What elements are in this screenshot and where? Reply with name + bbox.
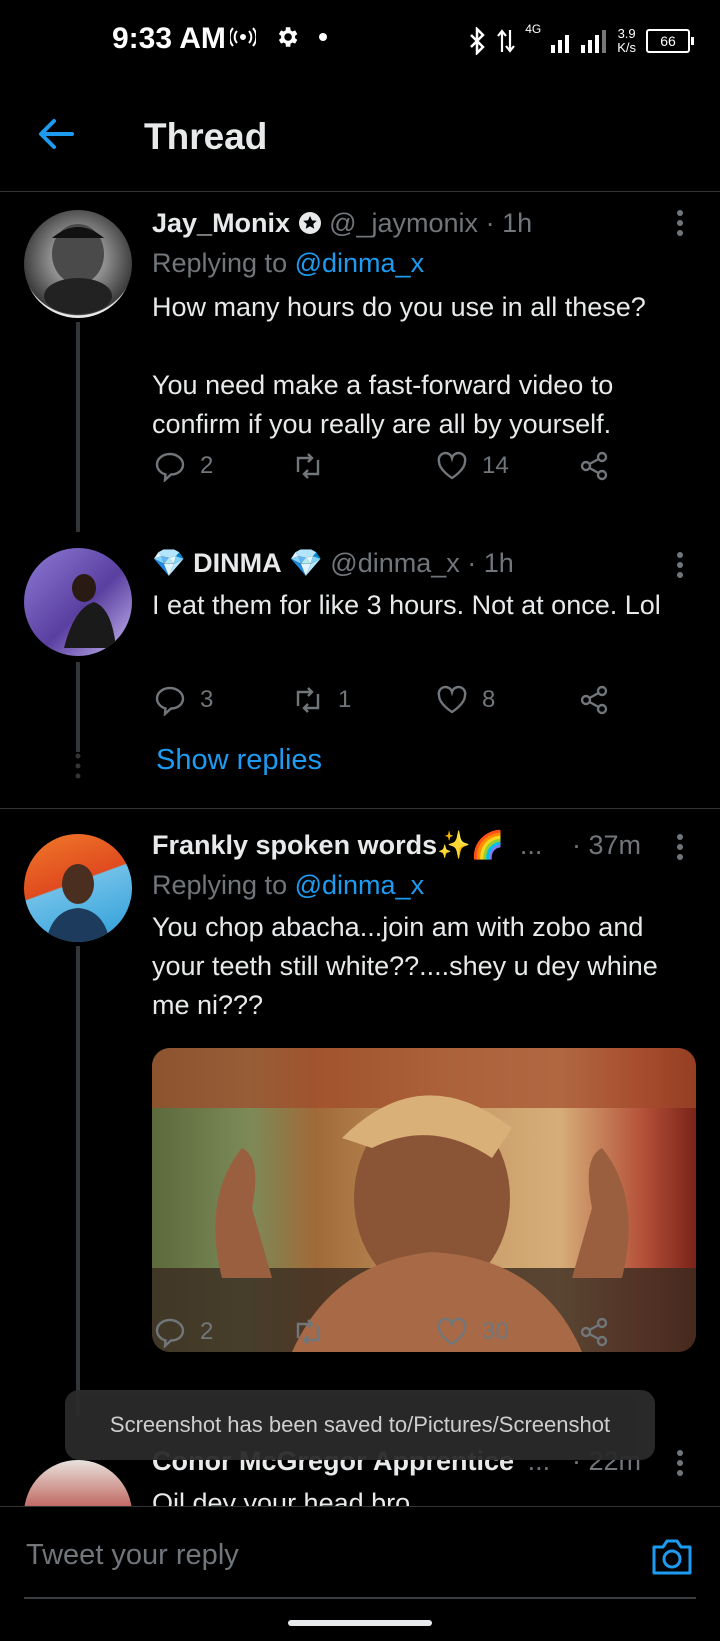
reply-button[interactable]: 2 [154, 448, 213, 484]
home-indicator[interactable] [288, 1620, 432, 1626]
retweet-icon [296, 453, 320, 479]
share-icon [580, 685, 608, 715]
avatar[interactable] [24, 210, 132, 318]
tweet-header: 💎 DINMA 💎 @dinma_x · 1h [152, 548, 514, 578]
avatar[interactable] [24, 548, 132, 656]
app-header: Thread [0, 80, 720, 192]
gear-icon [278, 27, 298, 47]
avatar[interactable] [24, 834, 132, 942]
signal-icon [551, 30, 607, 53]
divider [0, 808, 720, 809]
reply-icon [155, 686, 185, 716]
battery-indicator: 66 [646, 29, 694, 53]
tweet-actions: 2 30 [152, 1314, 622, 1354]
tweet-body: I eat them for like 3 hours. Not at once… [152, 590, 661, 620]
screenshot-toast: Screenshot has been saved to/Pictures/Sc… [65, 1390, 655, 1460]
heart-icon [437, 685, 467, 714]
author-name[interactable]: DINMA [193, 548, 282, 578]
retweet-icon [296, 687, 320, 713]
tweet-jaymonix[interactable]: Jay_Monix @_jaymonix · 1h Replying to @d… [0, 192, 720, 532]
retweet-button[interactable] [292, 1314, 324, 1350]
reply-underline [24, 1597, 696, 1599]
tweet-time: · 1h [485, 208, 533, 238]
tweet-time: · 1h [467, 548, 514, 578]
heart-icon [437, 451, 467, 480]
status-time: 9:33 AM [112, 22, 226, 55]
like-button[interactable]: 30 [436, 1314, 509, 1350]
heart-icon [437, 1317, 467, 1346]
tweet-time: · 37m [572, 830, 642, 860]
show-replies-link[interactable]: Show replies [156, 744, 322, 777]
network-type: 4G [525, 22, 542, 36]
retweet-button[interactable] [292, 448, 324, 484]
author-handle: @_jaymonix [329, 208, 479, 238]
thread-line [76, 322, 80, 532]
tweet-header: Jay_Monix @_jaymonix · 1h [152, 204, 532, 242]
net-speed: 3.9 K/s [617, 26, 636, 55]
share-icon [580, 1317, 608, 1347]
thread-line [76, 946, 80, 1416]
replying-to: Replying to @dinma_x [152, 248, 425, 278]
tweet-actions: 3 1 8 [152, 682, 622, 722]
thread-dots [74, 752, 82, 782]
tweet-body: How many hours do you use in all these? … [152, 292, 646, 439]
page-title: Thread [144, 116, 268, 157]
share-button[interactable] [578, 448, 610, 484]
thread-line [76, 662, 80, 752]
tweet-header: Frankly spoken words✨🌈 ... [152, 830, 543, 860]
tweet-dinma[interactable]: 💎 DINMA 💎 @dinma_x · 1h I eat them for l… [0, 530, 720, 780]
avatar[interactable] [24, 1460, 132, 1506]
status-bar: 9:33 AM 4G 3.9 K/s 66 [0, 0, 720, 80]
dot-icon [319, 33, 327, 41]
tweet-reply-input[interactable] [24, 1529, 628, 1581]
back-arrow-icon[interactable] [36, 114, 76, 154]
share-icon [580, 451, 608, 481]
tweet-actions: 2 14 [152, 448, 622, 488]
data-arrows-icon [497, 29, 516, 53]
reply-icon [155, 1318, 185, 1348]
like-button[interactable]: 8 [436, 682, 495, 718]
reply-icon [155, 452, 185, 482]
replying-to: Replying to @dinma_x [152, 870, 425, 900]
status-right-icons: 4G 3.9 K/s 66 [467, 22, 694, 58]
status-left-icons [230, 24, 328, 50]
verified-star-icon [298, 212, 321, 234]
retweet-icon [296, 1319, 320, 1345]
reply-target-link[interactable]: @dinma_x [295, 870, 424, 900]
author-name[interactable]: Jay_Monix [152, 208, 290, 238]
reply-button[interactable]: 2 [154, 1314, 213, 1350]
reply-button[interactable]: 3 [154, 682, 213, 718]
more-options-icon[interactable] [668, 208, 692, 238]
tweet-frankly[interactable]: Frankly spoken words✨🌈 ... · 37m Replyin… [0, 810, 720, 1416]
more-options-icon[interactable] [668, 550, 692, 580]
author-handle: @dinma_x [330, 548, 460, 578]
hotspot-icon [230, 27, 256, 47]
more-options-icon[interactable] [668, 832, 692, 862]
tweet-body: Oil dey your head bro [152, 1488, 411, 1506]
more-options-icon[interactable] [668, 1448, 692, 1478]
like-button[interactable]: 14 [436, 448, 509, 484]
tweet-media-image[interactable] [152, 1048, 696, 1352]
author-name[interactable]: Frankly spoken words [152, 830, 437, 860]
camera-icon[interactable] [650, 1537, 694, 1577]
reply-target-link[interactable]: @dinma_x [295, 248, 424, 278]
tweet-body: You chop abacha...join am with zobo and … [152, 912, 658, 1020]
share-button[interactable] [578, 1314, 610, 1350]
retweet-button[interactable]: 1 [292, 682, 351, 718]
bluetooth-icon [470, 27, 485, 55]
share-button[interactable] [578, 682, 610, 718]
